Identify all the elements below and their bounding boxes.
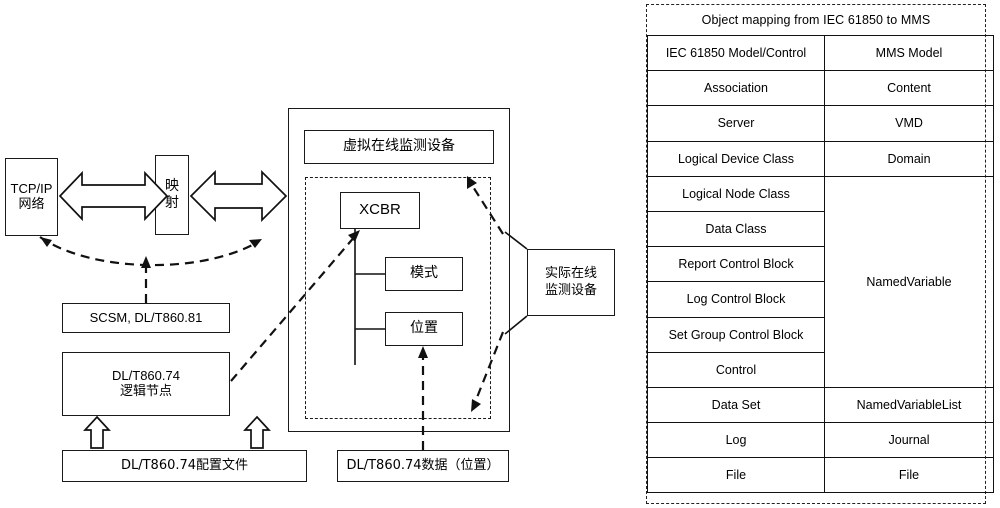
hollow-up-arrow-right [243, 415, 271, 449]
table-row: Logical Device Class Domain [647, 140, 994, 177]
cell-left: Set Group Control Block [647, 316, 825, 353]
mapping-table: IEC 61850 Model/Control MMS Model Associ… [647, 34, 994, 494]
dashed-ln-to-xcbr [230, 234, 357, 382]
mapping-table-container: Object mapping from IEC 61850 to MMS IEC… [646, 4, 994, 504]
cell-right: NamedVariableList [824, 386, 994, 424]
cell-left: Data Set [647, 386, 825, 424]
callout-bracket [504, 231, 528, 335]
cell-left: Logical Device Class [647, 140, 825, 177]
table-header-row: IEC 61850 Model/Control MMS Model [647, 34, 994, 72]
dashed-callout-upper [469, 181, 504, 235]
double-arrow-mms [58, 170, 169, 222]
table-row: File File [647, 457, 994, 494]
cell-right: Content [824, 70, 994, 107]
table-row: Log Journal [647, 422, 994, 459]
table-row: Data Set NamedVariableList [647, 386, 994, 424]
cell-left: Data Class [647, 210, 825, 248]
xcbr-tree-connector [354, 229, 385, 365]
cell-left: Report Control Block [647, 246, 825, 283]
cell-left: File [647, 457, 825, 494]
table-row: Server VMD [647, 105, 994, 142]
cell-left: Server [647, 105, 825, 142]
cell-left: Association [647, 70, 825, 107]
cell-right: Journal [824, 422, 994, 459]
diagram-canvas: TCP/IP 网络 映 射 MMS SCSM, DL/T860.81 DL/T8… [0, 0, 1000, 508]
dashed-callout-lower [472, 331, 505, 406]
cell-left: Log Control Block [647, 281, 825, 318]
mapping-table-title: Object mapping from IEC 61850 to MMS [701, 13, 931, 27]
cell-left: Logical Node Class [647, 175, 825, 212]
table-row: Logical Node Class NamedVariable [647, 175, 994, 388]
dashed-data-to-position-arrowhead [418, 346, 428, 358]
dashed-callout-upper-arrowhead [467, 176, 477, 189]
mapping-table-body: IEC 61850 Model/Control MMS Model Associ… [647, 34, 994, 494]
cell-left: Log [647, 422, 825, 459]
dashed-feedback-curve [39, 236, 259, 267]
dashed-curve-arrowhead-left [40, 237, 52, 247]
cell-right: File [824, 457, 994, 494]
header-cell-right: MMS Model [824, 34, 994, 72]
cell-left: Control [647, 351, 825, 388]
cell-right: Domain [824, 140, 994, 177]
table-row: Association Content [647, 70, 994, 107]
dashed-callout-lower-arrowhead [471, 399, 481, 412]
dashed-ln-to-xcbr-arrowhead [348, 230, 360, 242]
header-cell-left: IEC 61850 Model/Control [647, 34, 825, 72]
cell-right-merged: NamedVariable [824, 175, 994, 388]
dashed-scsm-arrowhead [141, 256, 151, 268]
cell-right: VMD [824, 105, 994, 142]
double-arrow-mapping-device [189, 169, 288, 223]
hollow-up-arrow-left [83, 415, 111, 449]
